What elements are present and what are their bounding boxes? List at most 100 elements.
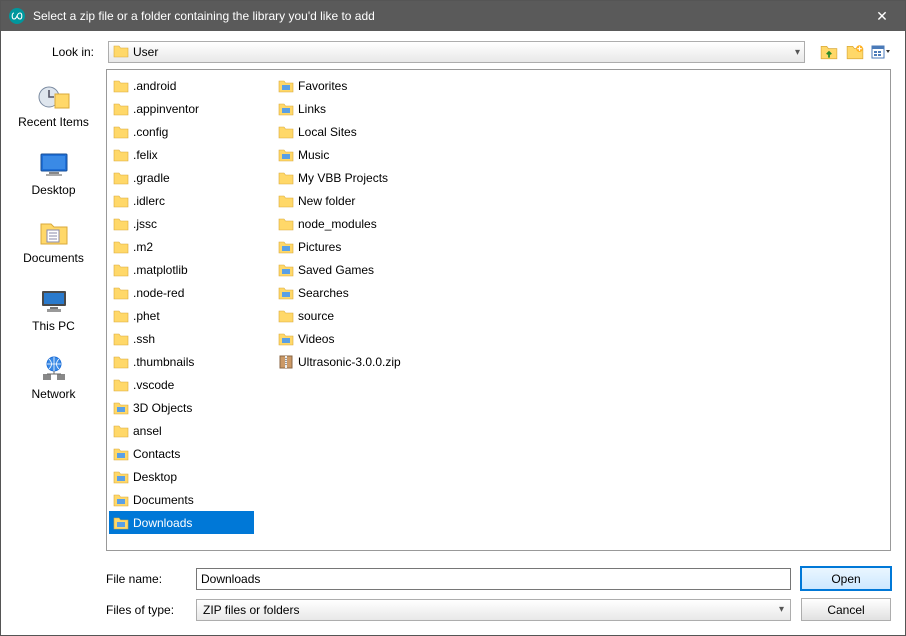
file-item[interactable]: Pictures <box>274 235 419 258</box>
file-item[interactable]: .vscode <box>109 373 254 396</box>
file-name: 3D Objects <box>133 401 192 415</box>
file-item[interactable]: Local Sites <box>274 120 419 143</box>
folder-sys-icon <box>113 515 129 531</box>
file-name: .felix <box>133 148 158 162</box>
folder-icon <box>113 331 129 347</box>
file-item[interactable]: Links <box>274 97 419 120</box>
sidebar-documents[interactable]: Documents <box>9 213 99 269</box>
file-item[interactable]: ansel <box>109 419 254 442</box>
file-item[interactable]: .appinventor <box>109 97 254 120</box>
file-item[interactable]: .thumbnails <box>109 350 254 373</box>
folder-icon <box>113 423 129 439</box>
file-item[interactable]: .config <box>109 120 254 143</box>
file-item[interactable]: Downloads <box>109 511 254 534</box>
folder-icon <box>113 216 129 232</box>
filetype-label: Files of type: <box>106 603 186 617</box>
file-item[interactable]: Music <box>274 143 419 166</box>
file-name: .config <box>133 125 168 139</box>
file-item[interactable]: Searches <box>274 281 419 304</box>
cancel-button[interactable]: Cancel <box>801 598 891 621</box>
open-button[interactable]: Open <box>801 567 891 590</box>
sidebar-label: Desktop <box>31 183 75 197</box>
folder-sys-icon <box>278 101 294 117</box>
folder-sys-icon <box>278 262 294 278</box>
file-item[interactable]: Favorites <box>274 74 419 97</box>
folder-icon <box>113 124 129 140</box>
file-item[interactable]: .felix <box>109 143 254 166</box>
folder-sys-icon <box>113 446 129 462</box>
folder-icon <box>113 377 129 393</box>
file-list[interactable]: .android .appinventor .config .felix .gradle… <box>106 69 891 551</box>
file-item[interactable]: Documents <box>109 488 254 511</box>
sidebar-desktop[interactable]: Desktop <box>9 145 99 201</box>
file-name: Links <box>298 102 326 116</box>
file-name: .vscode <box>133 378 174 392</box>
file-name: Contacts <box>133 447 180 461</box>
file-item[interactable]: New folder <box>274 189 419 212</box>
file-item[interactable]: .gradle <box>109 166 254 189</box>
folder-sys-icon <box>278 147 294 163</box>
folder-icon <box>278 124 294 140</box>
folder-sys-icon <box>278 331 294 347</box>
file-item[interactable]: .ssh <box>109 327 254 350</box>
file-item[interactable]: Contacts <box>109 442 254 465</box>
file-item[interactable]: 3D Objects <box>109 396 254 419</box>
file-name: Downloads <box>133 516 192 530</box>
dialog-title: Select a zip file or a folder containing… <box>33 9 867 23</box>
file-name: .m2 <box>133 240 153 254</box>
file-item[interactable]: Videos <box>274 327 419 350</box>
file-item[interactable]: source <box>274 304 419 327</box>
file-item[interactable]: .node-red <box>109 281 254 304</box>
folder-sys-icon <box>113 400 129 416</box>
sidebar-network[interactable]: Network <box>9 349 99 405</box>
file-name: Documents <box>133 493 194 507</box>
file-name: node_modules <box>298 217 377 231</box>
sidebar-recent-items[interactable]: Recent Items <box>9 77 99 133</box>
folder-sys-icon <box>113 469 129 485</box>
documents-icon <box>36 217 72 249</box>
file-name: .gradle <box>133 171 170 185</box>
file-item[interactable]: .matplotlib <box>109 258 254 281</box>
file-item[interactable]: My VBB Projects <box>274 166 419 189</box>
file-name: .node-red <box>133 286 184 300</box>
folder-icon <box>113 285 129 301</box>
file-dialog: Select a zip file or a folder containing… <box>0 0 906 636</box>
file-name: .idlerc <box>133 194 165 208</box>
file-name: New folder <box>298 194 355 208</box>
folder-icon <box>113 43 129 62</box>
file-item[interactable]: Ultrasonic-3.0.0.zip <box>274 350 419 373</box>
folder-icon <box>278 308 294 324</box>
sidebar-this-pc[interactable]: This PC <box>9 281 99 337</box>
file-item[interactable]: .phet <box>109 304 254 327</box>
file-name: ansel <box>133 424 162 438</box>
file-item[interactable]: .idlerc <box>109 189 254 212</box>
file-name: .appinventor <box>133 102 199 116</box>
close-button[interactable]: ✕ <box>867 8 897 25</box>
file-item[interactable]: .jssc <box>109 212 254 235</box>
lookin-dropdown[interactable]: User ▾ <box>108 41 805 63</box>
zip-icon <box>278 354 294 370</box>
file-name: Ultrasonic-3.0.0.zip <box>298 355 401 369</box>
file-name: source <box>298 309 334 323</box>
up-one-level-button[interactable] <box>819 42 839 62</box>
folder-sys-icon <box>278 285 294 301</box>
sidebar-label: Documents <box>23 251 84 265</box>
file-item[interactable]: .m2 <box>109 235 254 258</box>
file-item[interactable]: Desktop <box>109 465 254 488</box>
desktop-icon <box>36 149 72 181</box>
folder-icon <box>113 170 129 186</box>
file-item[interactable]: .android <box>109 74 254 97</box>
file-name: Desktop <box>133 470 177 484</box>
filename-input[interactable] <box>196 568 791 590</box>
new-folder-button[interactable] <box>845 42 865 62</box>
file-item[interactable]: Saved Games <box>274 258 419 281</box>
folder-sys-icon <box>278 78 294 94</box>
file-item[interactable]: node_modules <box>274 212 419 235</box>
this-pc-icon <box>36 285 72 317</box>
toolbar: Look in: User ▾ <box>1 31 905 69</box>
filetype-dropdown[interactable]: ZIP files or folders ▾ <box>196 599 791 621</box>
recent-items-icon <box>36 81 72 113</box>
arduino-icon <box>9 8 25 24</box>
view-menu-button[interactable] <box>871 42 891 62</box>
file-name: Searches <box>298 286 349 300</box>
